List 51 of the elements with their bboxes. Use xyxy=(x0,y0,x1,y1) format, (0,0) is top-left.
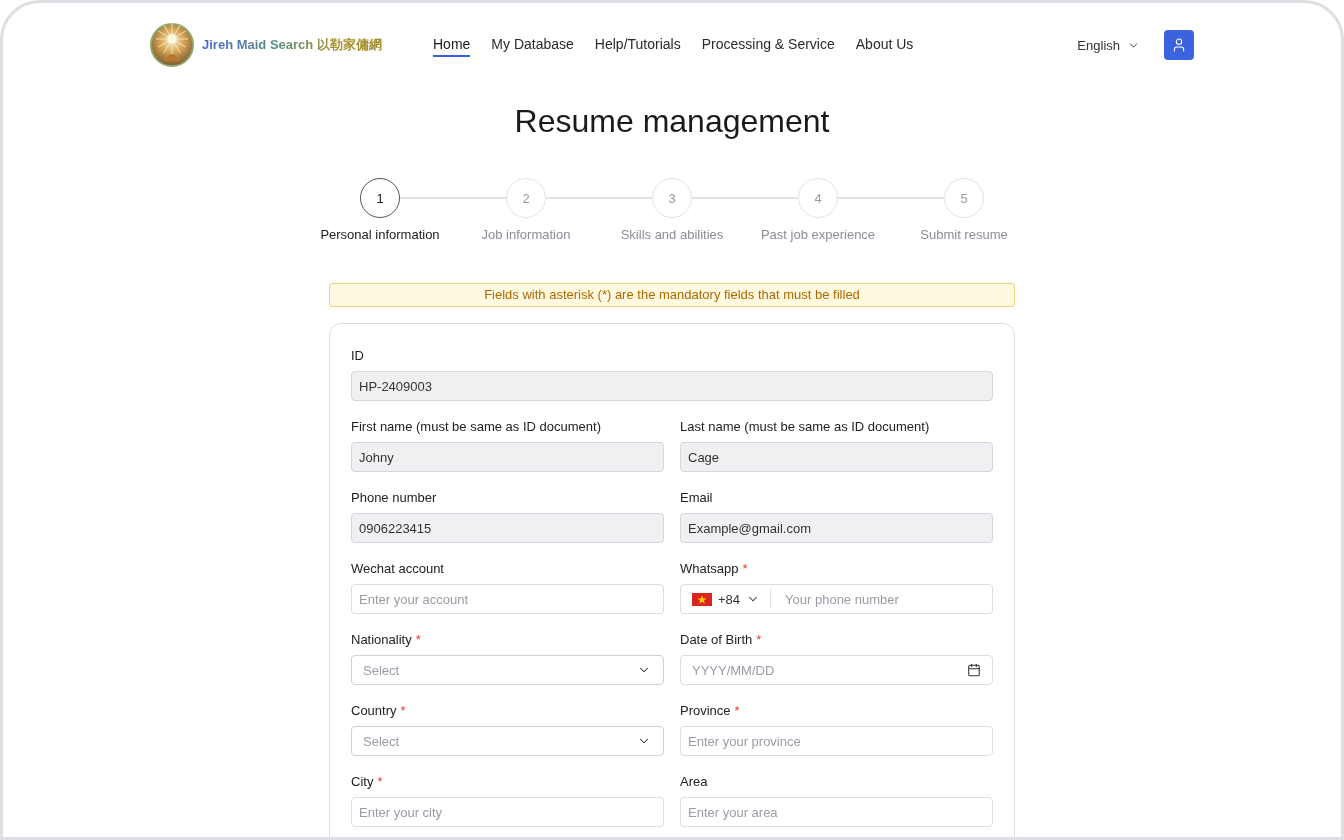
field-label: Last name (must be same as ID document) xyxy=(680,418,930,434)
phone-number-input[interactable]: Your phone number xyxy=(771,585,992,613)
required-asterisk: * xyxy=(734,702,740,718)
date-field[interactable]: YYYY/MM/DD xyxy=(680,655,993,685)
field-label: City xyxy=(351,773,374,789)
step-label: Personal information xyxy=(320,227,440,243)
field-label: Country xyxy=(351,702,397,718)
page-title: Resume management xyxy=(514,102,830,141)
input-field[interactable]: Enter your area xyxy=(680,797,993,827)
required-asterisk: * xyxy=(415,631,421,647)
user-button[interactable] xyxy=(1164,30,1194,60)
required-asterisk: * xyxy=(400,702,406,718)
required-asterisk: * xyxy=(377,773,383,789)
logo-icon xyxy=(150,23,194,67)
field-label: Whatsapp xyxy=(680,560,739,576)
field-label: First name (must be same as ID document) xyxy=(351,418,601,434)
step-number: 3 xyxy=(652,178,692,218)
nav-link[interactable]: Processing & Service xyxy=(701,33,835,57)
mandatory-notice: Fields with asterisk (*) are the mandatory fields that must be filled xyxy=(329,283,1015,307)
user-icon xyxy=(1171,37,1187,53)
field-label: Province xyxy=(680,702,731,718)
step-number: 2 xyxy=(506,178,546,218)
field-label: Phone number xyxy=(351,489,437,505)
step-number: 1 xyxy=(360,178,400,218)
input-field[interactable]: Enter your province xyxy=(680,726,993,756)
required-asterisk: * xyxy=(742,560,748,576)
country-code-select[interactable]: +84 xyxy=(681,585,771,613)
step-label: Past job experience xyxy=(760,227,876,243)
step-label: Skills and abilities xyxy=(620,227,724,243)
calendar-icon[interactable] xyxy=(967,663,981,677)
field-label: ID xyxy=(351,347,364,363)
language-select[interactable]: English xyxy=(1077,37,1140,53)
step-label: Job information xyxy=(481,227,571,243)
field-label: Email xyxy=(680,489,713,505)
input-field[interactable]: Enter your city xyxy=(351,797,664,827)
field-label: Area xyxy=(680,773,708,789)
required-asterisk: * xyxy=(756,631,762,647)
field-label: Nationality xyxy=(351,631,412,647)
phone-field[interactable]: +84 Your phone number xyxy=(680,584,993,614)
field-label: Wechat account xyxy=(351,560,444,576)
step-label: Submit resume xyxy=(920,227,1008,243)
brand-name[interactable]: Jireh Maid Search 以勒家傭網 xyxy=(202,36,382,54)
flag-icon xyxy=(692,592,712,606)
nav-link[interactable]: About Us xyxy=(855,33,914,57)
field-label: Date of Birth xyxy=(680,631,753,647)
nav-link[interactable]: My Database xyxy=(491,33,574,57)
nav-link[interactable]: Help/Tutorials xyxy=(594,33,681,57)
step-number: 5 xyxy=(944,178,984,218)
input-field[interactable]: Enter your account xyxy=(351,584,664,614)
nav-link[interactable]: Home xyxy=(433,33,471,57)
step-number: 4 xyxy=(798,178,838,218)
